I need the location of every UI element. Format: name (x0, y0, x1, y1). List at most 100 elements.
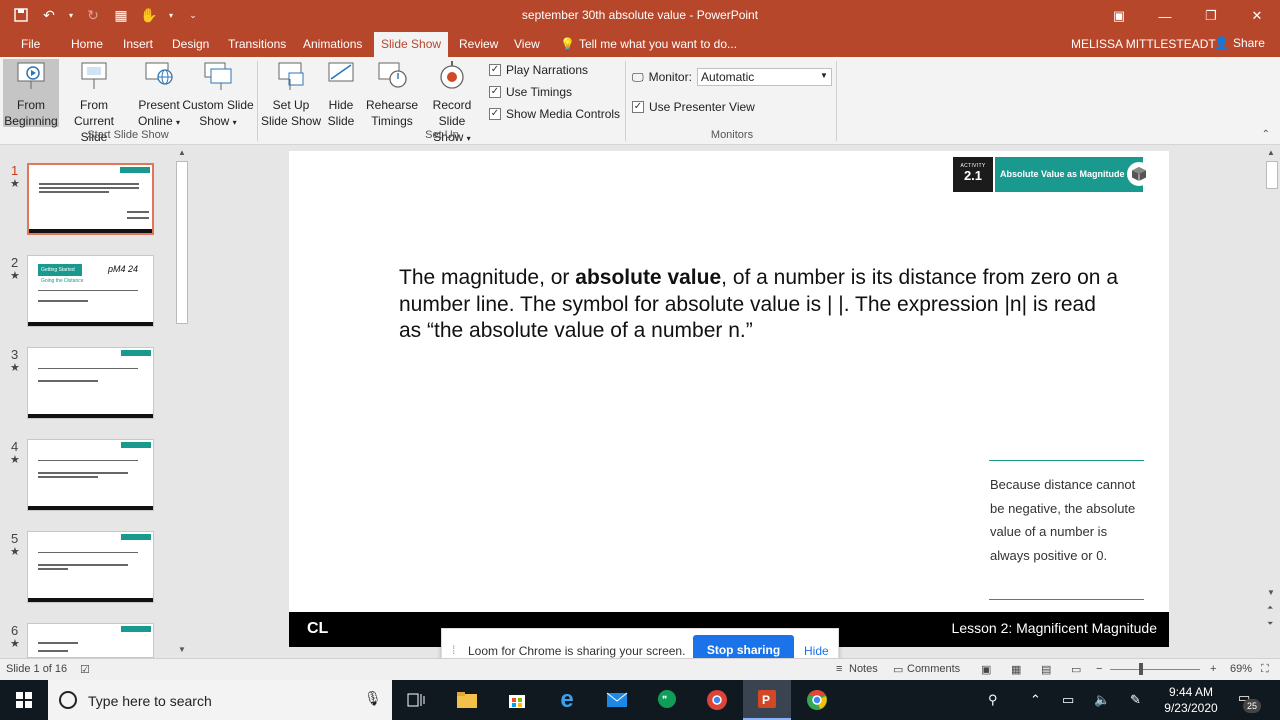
spell-check-icon[interactable]: ☑ (80, 663, 90, 676)
edge-icon[interactable]: e (543, 680, 591, 720)
slide-body-text[interactable]: The magnitude, or absolute value, of a n… (399, 265, 1119, 345)
set-up-slide-show-button[interactable]: Set Up Slide Show (260, 59, 322, 129)
tab-insert[interactable]: Insert (123, 37, 153, 51)
slideshow-view-icon[interactable]: ▭ (1071, 663, 1081, 676)
use-presenter-view-checkbox[interactable]: ✓ Use Presenter View (632, 100, 755, 114)
tab-file[interactable]: File (21, 37, 40, 51)
task-view-icon[interactable] (392, 680, 440, 720)
thumbnail-text-line (38, 472, 128, 474)
scrollbar-thumb[interactable] (176, 161, 188, 324)
tab-home[interactable]: Home (71, 37, 103, 51)
thumbnail-preview (27, 163, 154, 235)
status-bar: Slide 1 of 16 ☑ ≡ Notes ▭ Comments ▣ ▦ ▤… (0, 658, 1280, 680)
slide-sorter-icon[interactable]: ▦ (1011, 663, 1021, 676)
comments-button[interactable]: Comments (907, 663, 960, 675)
tab-review[interactable]: Review (459, 37, 498, 51)
chevron-down-icon: ▾ (232, 118, 237, 127)
note-callout[interactable]: Because distance cannot be negative, the… (989, 460, 1144, 600)
scroll-down-icon[interactable]: ▼ (1267, 588, 1275, 597)
share-button[interactable]: 👤 Share (1214, 36, 1265, 50)
windows-start-icon[interactable] (0, 680, 48, 720)
thumbnail-scrollbar[interactable]: ▲ ▼ (174, 145, 190, 658)
battery-icon[interactable]: ▭ (1062, 692, 1074, 708)
slide-scrollbar[interactable]: ▲ ▼ ⏶ ⏷ (1264, 145, 1280, 658)
rehearse-timings-button[interactable]: Rehearse Timings (366, 59, 418, 129)
reading-view-icon[interactable]: ▤ (1041, 663, 1051, 676)
collapse-ribbon-icon[interactable]: ⌃ (1262, 129, 1270, 140)
chrome-icon[interactable] (793, 680, 841, 720)
people-icon[interactable]: ⚲ (988, 692, 998, 708)
zoom-out-icon[interactable]: − (1096, 663, 1102, 675)
slide-canvas[interactable]: ACTIVITY 2.1 Absolute Value as Magnitude… (289, 151, 1169, 647)
zoom-in-icon[interactable]: + (1210, 663, 1216, 675)
restore-icon[interactable]: ❐ (1188, 0, 1234, 32)
slide-thumbnail-pane: 1 ★ 2 ★ Getting Started Going the Distan… (0, 145, 192, 658)
slide-number: 6 (11, 623, 19, 638)
hangouts-icon[interactable]: ❞ (643, 680, 691, 720)
present-online-label: Online (137, 114, 173, 128)
zoom-slider-handle[interactable] (1139, 663, 1143, 675)
mail-icon[interactable] (593, 680, 641, 720)
ribbon-display-options-icon[interactable]: ▣ (1096, 0, 1142, 32)
tell-me-text: Tell me what you want to do... (578, 37, 738, 51)
thumbnail-header (121, 442, 151, 448)
ribbon: From Beginning From Current Slide Presen… (0, 57, 1280, 145)
previous-slide-icon[interactable]: ⏶ (1267, 603, 1273, 613)
tab-view[interactable]: View (514, 37, 540, 51)
close-icon[interactable]: ✕ (1234, 0, 1280, 32)
tab-design[interactable]: Design (172, 37, 209, 51)
pen-icon[interactable]: ✎ (1130, 692, 1141, 708)
use-presenter-view-label: Use Presenter View (649, 100, 755, 114)
file-explorer-icon[interactable] (443, 680, 491, 720)
zoom-level[interactable]: 69% (1230, 663, 1252, 675)
monitor-value: Automatic (700, 70, 755, 84)
show-media-controls-checkbox[interactable]: ✓ Show Media Controls (489, 107, 620, 121)
share-label: Share (1232, 36, 1265, 50)
minimize-icon[interactable]: — (1142, 0, 1188, 32)
scroll-up-icon[interactable]: ▲ (178, 148, 186, 157)
monitor-label: Monitor: (648, 70, 692, 84)
notification-center-icon[interactable]: ▭ 25 (1238, 690, 1261, 713)
tab-transitions[interactable]: Transitions (228, 37, 286, 51)
notes-button[interactable]: Notes (849, 663, 878, 675)
group-label-start-slide-show: Start Slide Show (87, 129, 169, 141)
microsoft-store-icon[interactable] (493, 680, 541, 720)
taskbar-clock[interactable]: 9:44 AM 9/23/2020 (1162, 684, 1220, 716)
scrollbar-thumb[interactable] (1266, 161, 1278, 189)
user-name[interactable]: MELISSA MITTLESTEADT (1071, 37, 1216, 51)
from-beginning-button[interactable]: From Beginning (3, 59, 59, 128)
fit-to-window-icon[interactable]: ⛶ (1261, 663, 1269, 676)
volume-icon[interactable]: 🔈 (1094, 692, 1110, 708)
tab-animations[interactable]: Animations (303, 37, 362, 51)
taskbar-search-box[interactable]: Type here to search 🎙 (48, 680, 392, 720)
thumbnail-handwriting: pM4 24 (108, 264, 139, 274)
powerpoint-taskbar-icon[interactable]: P (743, 680, 791, 720)
chevron-up-icon[interactable]: ⌃ (1030, 692, 1041, 708)
thumbnail-preview (27, 623, 154, 658)
cortana-icon (59, 691, 77, 709)
scroll-down-icon[interactable]: ▼ (178, 645, 186, 654)
use-timings-checkbox[interactable]: ✓ Use Timings (489, 85, 572, 99)
window-title: september 30th absolute value - PowerPoi… (521, 8, 759, 22)
drag-handle-icon[interactable]: ⁞ (452, 643, 455, 657)
custom-slide-show-button[interactable]: Custom Slide Show ▾ (182, 59, 254, 131)
thumbnail-text-line (38, 650, 68, 652)
body-text-part: The magnitude, or (399, 266, 576, 289)
play-narrations-checkbox[interactable]: ✓ Play Narrations (489, 63, 588, 77)
normal-view-icon[interactable]: ▣ (981, 663, 991, 676)
zoom-slider-track[interactable] (1110, 669, 1200, 670)
monitor-dropdown[interactable]: Automatic ▼ (696, 68, 832, 86)
present-online-button[interactable]: Present Online ▾ (136, 59, 182, 131)
hide-button[interactable]: Hide (804, 644, 829, 658)
scroll-up-icon[interactable]: ▲ (1267, 148, 1275, 157)
from-current-line1: From (80, 98, 108, 112)
hide-slide-button[interactable]: Hide Slide (324, 59, 358, 129)
next-slide-icon[interactable]: ⏷ (1267, 619, 1273, 629)
setup-show-line2: Slide Show (260, 114, 322, 128)
microphone-icon[interactable]: 🎙 (364, 690, 382, 707)
tab-slide-show[interactable]: Slide Show (374, 32, 449, 57)
tell-me-box[interactable]: 💡 Tell me what you want to do... (560, 37, 737, 51)
star-icon: ★ (10, 638, 20, 650)
present-online-line1: Present (138, 98, 180, 112)
chrome-gmail-icon[interactable] (693, 680, 741, 720)
